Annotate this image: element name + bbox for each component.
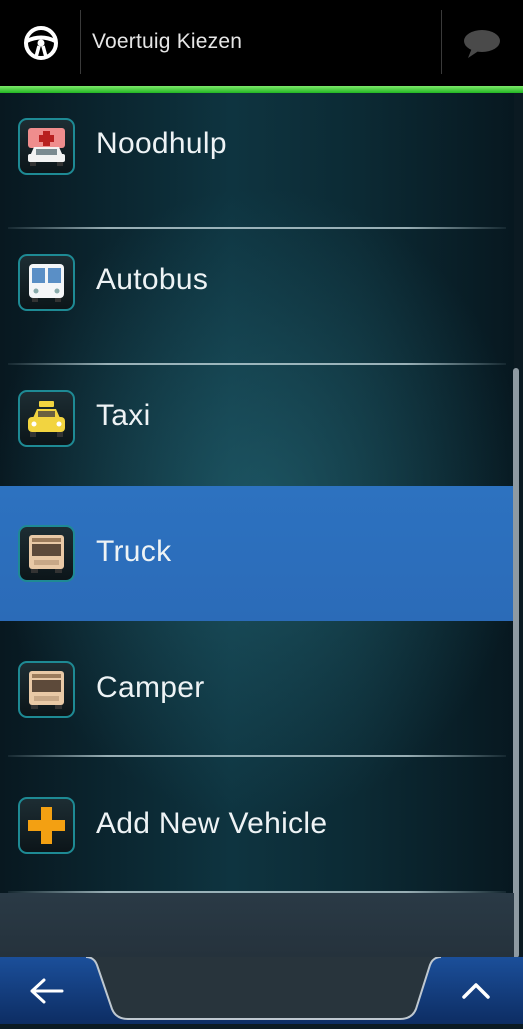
chevron-up-icon <box>462 983 490 999</box>
vehicle-list: Noodhulp Autobus Taxi Truck Camper Add N… <box>0 93 514 893</box>
chat-bubble-icon[interactable] <box>462 28 502 60</box>
list-item-noodhulp[interactable]: Noodhulp <box>0 93 514 229</box>
page-title: Voertuig Kiezen <box>92 30 243 53</box>
vehicle-label: Truck <box>96 535 172 568</box>
scroll-up-button[interactable] <box>418 957 523 1024</box>
plus-icon <box>18 797 75 854</box>
list-item-camper[interactable]: Camper <box>0 621 514 757</box>
vehicle-label: Autobus <box>96 263 209 296</box>
list-item-add-new-vehicle[interactable]: Add New Vehicle <box>0 757 514 893</box>
vehicle-label: Camper <box>96 671 205 704</box>
ambulance-icon <box>18 118 75 175</box>
bus-icon <box>18 254 75 311</box>
app-header: Voertuig Kiezen <box>0 0 523 86</box>
taxi-icon <box>18 390 75 447</box>
scrollbar-thumb[interactable] <box>513 368 519 958</box>
header-separator <box>80 10 81 74</box>
camper-icon <box>18 661 75 718</box>
header-accent-bar <box>0 86 523 93</box>
list-item-truck[interactable]: Truck <box>0 486 514 621</box>
vehicle-label: Taxi <box>96 399 151 432</box>
header-separator <box>441 10 442 74</box>
list-empty-area <box>0 893 514 957</box>
vehicle-label: Add New Vehicle <box>96 807 328 840</box>
back-button[interactable] <box>0 957 110 1024</box>
truck-icon <box>18 525 75 582</box>
list-item-autobus[interactable]: Autobus <box>0 229 514 365</box>
steering-wheel-icon[interactable] <box>22 24 60 62</box>
list-item-taxi[interactable]: Taxi <box>0 365 514 501</box>
arrow-left-icon <box>30 978 64 1004</box>
vehicle-label: Noodhulp <box>96 127 227 160</box>
